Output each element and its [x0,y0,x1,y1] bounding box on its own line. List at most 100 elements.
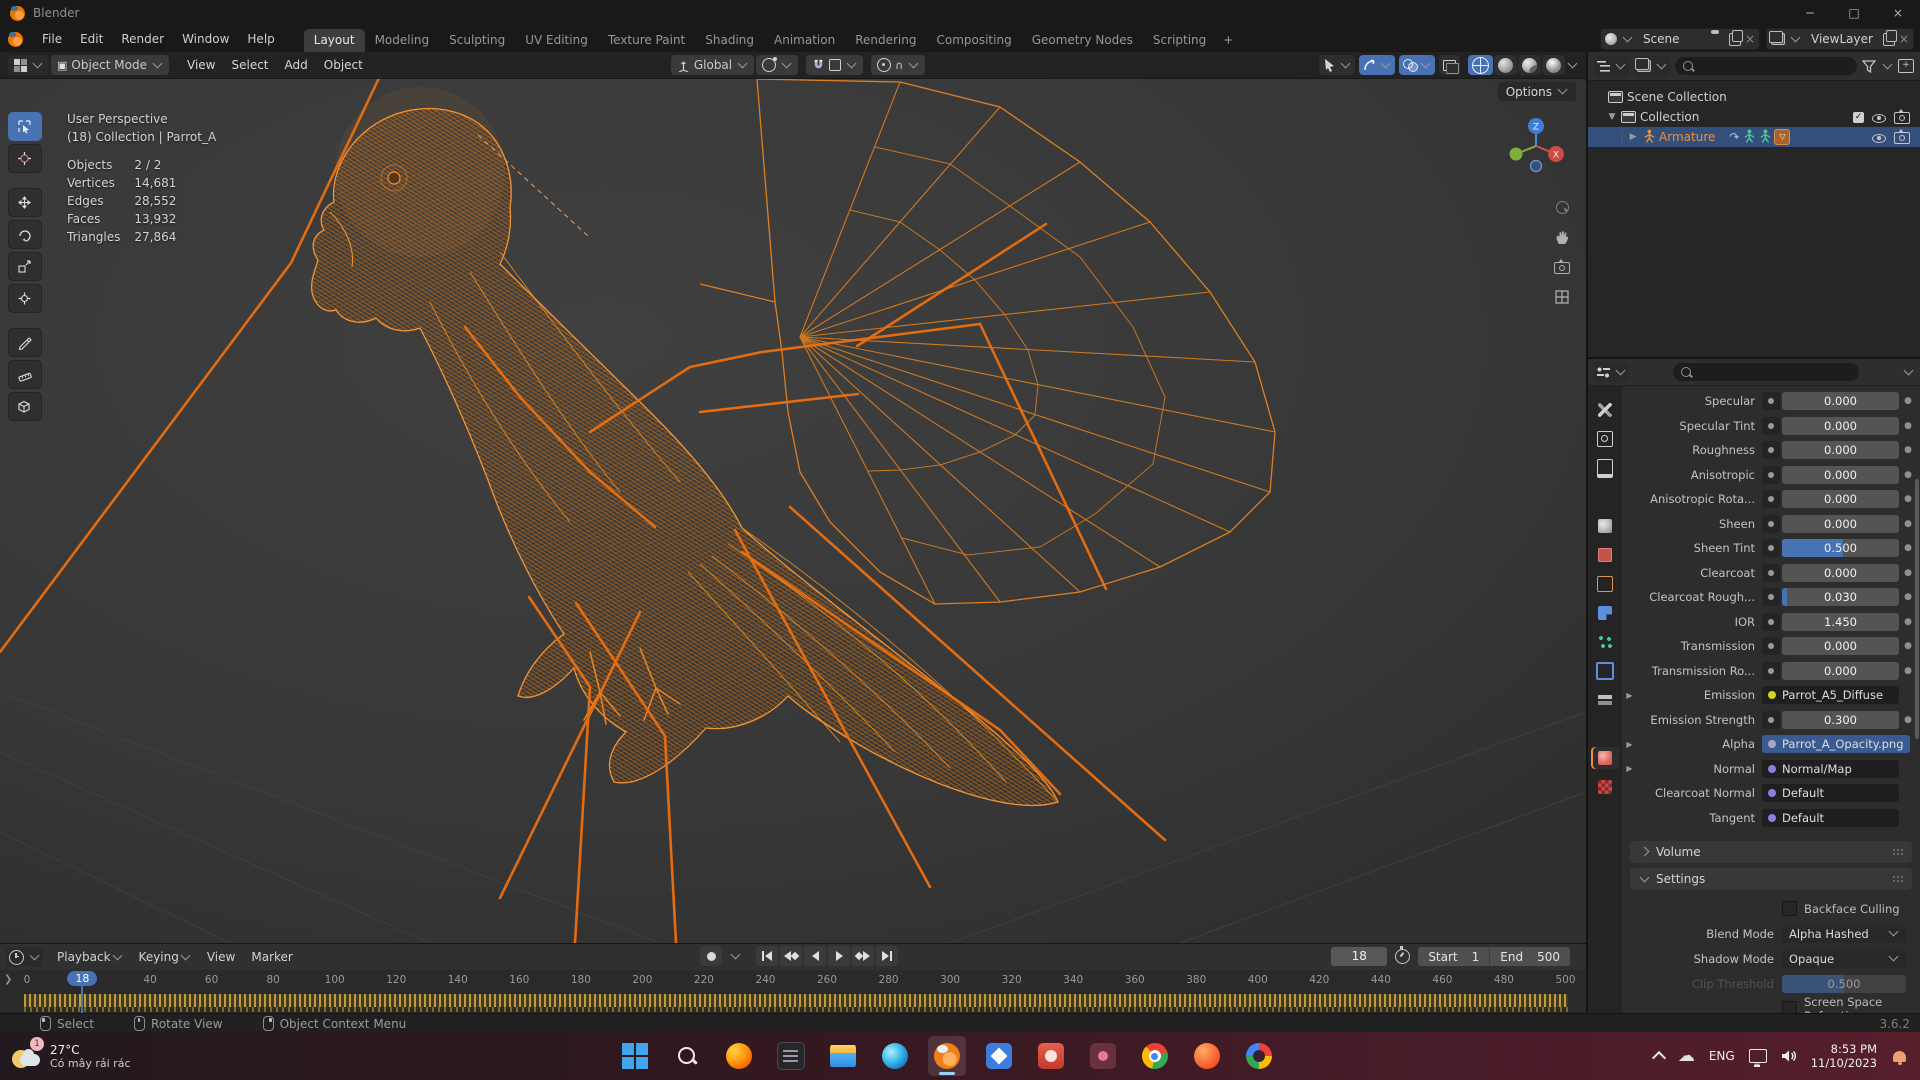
end-frame-field[interactable]: End 500 [1490,950,1570,964]
keyframe-summary-band[interactable] [24,1007,1568,1012]
property-slider[interactable]: 0.300 [1782,710,1899,729]
tab-uv-editing[interactable]: UV Editing [515,29,598,52]
panel-grip-icon[interactable] [1892,875,1904,883]
outliner-item-label[interactable]: Armature [1659,130,1715,144]
clock-widget[interactable]: 8:53 PM 11/10/2023 [1811,1042,1877,1070]
screen-space-refraction-checkbox[interactable] [1782,1001,1797,1013]
properties-tab-output[interactable] [1591,457,1619,479]
viewlayer-name[interactable]: ViewLayer [1805,32,1879,46]
decorator-toggle[interactable] [1762,563,1780,582]
outliner-search-input[interactable] [1675,57,1857,75]
scene-name[interactable]: Scene [1637,32,1709,46]
properties-editor-type-button[interactable] [1594,362,1629,382]
playhead-line[interactable] [81,986,84,1014]
jump-to-start-button[interactable] [756,946,778,966]
property-slider[interactable]: 0.000 [1782,514,1899,533]
menu-render[interactable]: Render [112,29,173,49]
auto-keying-button[interactable] [700,946,722,966]
network-icon[interactable] [1748,1049,1767,1067]
tool-transform-button[interactable] [8,284,42,313]
outliner-display-mode-button[interactable] [1634,56,1670,76]
tool-move-button[interactable] [8,188,42,217]
snap-controls[interactable] [806,55,864,75]
properties-tab-view-layer[interactable] [1591,486,1619,508]
remove-viewlayer-icon[interactable]: × [1899,33,1909,45]
animate-dot-icon[interactable]: ● [1902,715,1914,725]
timeline-expand-arrow[interactable]: ❯ [4,974,12,985]
timeline-ruler[interactable]: 0 40 60 80 100 120 140 160 180 200 220 240 260 280 300… [0,970,1586,994]
shading-material-button[interactable] [1518,55,1541,75]
overlays-toggle[interactable] [1399,55,1435,75]
notification-bell-icon[interactable] [1893,1050,1906,1065]
tool-measure-button[interactable] [8,360,42,389]
taskbar-app-explorer[interactable] [824,1036,862,1076]
selectability-visibility-dropdown[interactable] [1319,55,1355,75]
animate-dot-icon[interactable]: ● [1902,568,1914,578]
animate-dot-icon[interactable]: ● [1902,494,1914,504]
previous-keyframe-button[interactable] [780,946,802,966]
viewport-menu-view[interactable]: View [179,55,223,75]
disable-render-camera-icon[interactable] [1894,109,1910,124]
shading-wireframe-button[interactable] [1468,55,1493,75]
taskbar-app-firefox[interactable] [720,1036,758,1076]
proportional-editing-controls[interactable]: ∩ [871,55,926,75]
properties-tab-constraints[interactable] [1591,689,1619,711]
decorator-toggle[interactable] [1762,416,1780,435]
editor-type-button[interactable] [8,55,49,75]
properties-tab-render[interactable] [1591,428,1619,450]
properties-tab-scene[interactable] [1591,515,1619,537]
taskbar-app-orange[interactable] [1188,1036,1226,1076]
properties-tab-modifiers[interactable] [1591,602,1619,624]
timeline-menu-marker[interactable]: Marker [243,947,300,967]
panel-grip-icon[interactable] [1892,848,1904,856]
taskbar-app-photos[interactable] [980,1036,1018,1076]
taskbar-app-red[interactable] [1032,1036,1070,1076]
tool-add-cube-button[interactable] [8,392,42,421]
gizmos-toggle[interactable] [1359,55,1395,75]
property-socket-value[interactable]: Default [1762,784,1899,803]
hide-eye-icon[interactable] [1872,131,1886,144]
shadow-mode-dropdown[interactable]: Opaque [1782,949,1906,968]
decorator-toggle[interactable] [1762,441,1780,460]
properties-tab-physics[interactable] [1591,660,1619,682]
current-frame-field[interactable]: 18 [1331,947,1388,966]
play-reverse-button[interactable] [804,946,826,966]
tab-layout[interactable]: Layout [303,29,365,52]
shading-solid-button[interactable] [1494,55,1517,75]
outliner-editor-type-button[interactable] [1594,56,1629,76]
property-slider[interactable]: 0.000 [1782,637,1899,656]
property-slider[interactable]: 0.000 [1782,441,1899,460]
exclude-checkbox[interactable]: ✓ [1853,111,1864,123]
property-slider[interactable]: 0.000 [1782,416,1899,435]
decorator-toggle[interactable] [1762,637,1780,656]
outliner-row-armature[interactable]: | ▶ Armature ↷ ▽ [1588,127,1920,147]
properties-tab-object[interactable] [1591,573,1619,595]
navigation-gizmo[interactable]: Z X [1504,114,1568,178]
property-slider[interactable]: 0.000 [1782,465,1899,484]
expand-arrow-icon[interactable]: ▶ [1622,691,1637,700]
volume-icon[interactable] [1781,1049,1797,1063]
animate-dot-icon[interactable]: ● [1902,666,1914,676]
scene-selector[interactable]: Scene × [1599,28,1760,50]
properties-search-input[interactable] [1672,363,1859,381]
property-slider[interactable]: 0.000 [1782,661,1899,680]
backface-culling-checkbox[interactable] [1782,901,1797,916]
new-viewlayer-icon[interactable] [1882,29,1897,46]
tab-sculpting[interactable]: Sculpting [439,29,515,52]
outliner-item-label[interactable]: Collection [1640,110,1699,124]
stopwatch-icon[interactable] [1395,946,1411,964]
menu-edit[interactable]: Edit [71,29,112,49]
timeline-editor-type-button[interactable] [6,947,43,967]
outliner-row-scene-collection[interactable]: Scene Collection [1588,87,1920,107]
new-scene-icon[interactable] [1728,29,1743,46]
filter-icon[interactable] [1862,59,1876,73]
tab-shading[interactable]: Shading [695,29,764,52]
playhead-frame-pill[interactable]: 18 [67,971,98,986]
add-workspace-button[interactable]: + [1216,29,1240,52]
viewport-menu-select[interactable]: Select [223,55,276,75]
properties-tab-world[interactable] [1591,544,1619,566]
viewport-menu-add[interactable]: Add [277,55,316,75]
property-slider[interactable]: 0.000 [1782,563,1899,582]
tool-select-box-button[interactable] [8,112,42,141]
keying-set-dropdown[interactable] [724,946,746,966]
